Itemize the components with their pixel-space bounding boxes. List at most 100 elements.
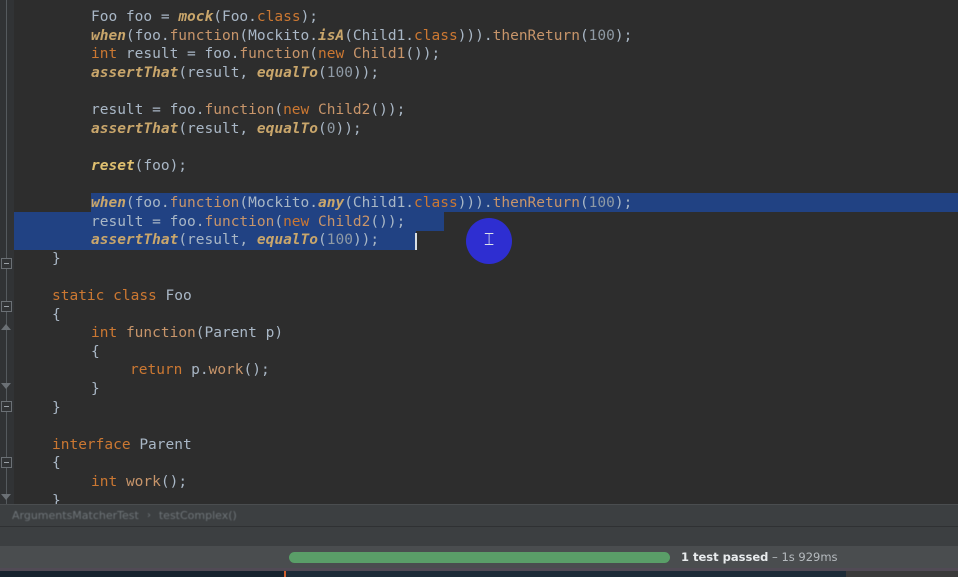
code-token: (result, — [178, 120, 257, 137]
code-line[interactable]: } — [52, 250, 61, 269]
code-token: ))). — [457, 195, 493, 211]
code-line[interactable]: when(foo.function(Mockito.any(Child1.cla… — [91, 194, 632, 213]
code-token: ( — [318, 232, 327, 249]
code-token: function — [204, 213, 275, 230]
code-token: Foo — [165, 288, 192, 304]
code-token: ( — [579, 195, 589, 211]
code-line[interactable]: interface Parent — [52, 436, 192, 455]
code-line[interactable]: } — [52, 492, 61, 504]
breadcrumb-method[interactable]: testComplex() — [159, 509, 237, 522]
code-token: int — [91, 325, 118, 342]
code-token: int — [91, 474, 118, 490]
code-token: Foo — [221, 9, 249, 25]
test-duration-separator: – — [768, 550, 782, 564]
text-caret — [415, 233, 417, 250]
code-line[interactable]: assertThat(result, equalTo(100)); — [91, 231, 379, 250]
code-token: } — [52, 399, 61, 416]
os-taskbar[interactable] — [0, 571, 958, 577]
code-editor[interactable]: Foo foo = mock(Foo.class); when(foo.funct… — [0, 0, 958, 504]
code-token: assertThat — [91, 232, 179, 249]
code-token: assertThat — [91, 64, 179, 81]
code-token: )); — [335, 120, 362, 137]
code-token: new — [283, 102, 310, 118]
code-token: ()); — [370, 102, 406, 118]
test-passed-label: 1 test passed — [681, 550, 769, 564]
code-token: ))). — [457, 27, 493, 44]
code-token: new — [283, 213, 310, 230]
code-token: ( — [318, 120, 327, 137]
code-token: equalTo — [256, 120, 318, 137]
code-token: class — [256, 9, 301, 25]
code-token: thenReturn — [492, 195, 580, 211]
code-line[interactable]: { — [91, 343, 100, 362]
code-line[interactable]: { — [52, 306, 61, 325]
code-token: ( — [274, 213, 284, 230]
code-token: Child1 — [352, 46, 406, 63]
code-token: class — [414, 27, 458, 44]
fold-marker-icon[interactable] — [1, 401, 12, 412]
code-line[interactable]: reset(foo); — [91, 157, 187, 176]
code-line[interactable]: assertThat(result, equalTo(0)); — [91, 120, 362, 139]
code-line[interactable]: assertThat(result, equalTo(100)); — [91, 64, 379, 83]
code-token: { — [52, 455, 61, 472]
code-token: ); — [300, 9, 319, 25]
code-token: result = foo. — [91, 213, 205, 230]
code-line[interactable]: result = foo.function(new Child2()); — [91, 213, 405, 232]
fold-marker-expand-icon[interactable] — [1, 381, 12, 392]
code-line[interactable]: result = foo.function(new Child2()); — [91, 101, 405, 120]
code-line[interactable]: int function(Parent p) — [91, 324, 283, 343]
code-token: ); — [614, 27, 633, 44]
fold-marker-icon[interactable] — [1, 258, 12, 269]
breadcrumb-class[interactable]: ArgumentsMatcherTest — [12, 509, 139, 522]
ide-window: Foo foo = mock(Foo.class); when(foo.funct… — [0, 0, 958, 577]
code-line[interactable]: when(foo.function(Mockito.isA(Child1.cla… — [91, 27, 632, 46]
code-token: function — [239, 46, 310, 63]
code-token: mock — [178, 9, 214, 25]
code-line[interactable]: static class Foo — [52, 287, 192, 306]
test-result-text: 1 test passed – 1s 929ms — [681, 550, 838, 564]
code-token: equalTo — [256, 232, 318, 249]
code-line[interactable]: } — [91, 380, 100, 399]
code-token: (foo. — [125, 27, 170, 44]
code-line[interactable]: return p.work(); — [130, 361, 270, 380]
code-token: function — [169, 195, 240, 211]
fold-marker-expand-icon[interactable] — [1, 492, 12, 503]
code-token: when — [91, 27, 126, 44]
code-token: result = foo. — [117, 46, 240, 63]
code-token: } — [52, 250, 61, 267]
mouse-cursor-ibeam: ⌶ — [484, 230, 495, 250]
editor-gutter[interactable] — [0, 0, 14, 504]
code-token: ( — [274, 102, 284, 118]
code-line[interactable]: } — [52, 399, 61, 418]
code-line[interactable]: Foo foo = mock(Foo.class); — [91, 8, 318, 27]
code-token: static — [52, 288, 105, 304]
gutter-guide-line — [6, 0, 7, 504]
breadcrumb[interactable]: ArgumentsMatcherTest › testComplex() — [0, 504, 958, 526]
test-progress-fill — [289, 552, 670, 563]
code-line[interactable]: int work(); — [91, 473, 187, 492]
code-line[interactable]: { — [52, 454, 61, 473]
code-token: Parent — [139, 436, 192, 453]
code-token: . — [248, 9, 257, 25]
code-token: any — [318, 195, 345, 211]
taskbar-right-region[interactable] — [846, 571, 958, 577]
test-duration: 1s 929ms — [781, 550, 838, 564]
code-token: function — [204, 102, 275, 118]
taskbar-accent-marker — [284, 571, 286, 577]
code-token: (Mockito. — [239, 27, 318, 44]
code-token: 100 — [326, 232, 353, 249]
code-token: thenReturn — [492, 27, 580, 44]
fold-marker-collapse-icon[interactable] — [1, 322, 12, 333]
fold-marker-icon[interactable] — [1, 301, 12, 312]
taskbar-left-region[interactable] — [0, 571, 284, 577]
code-token: interface — [52, 436, 131, 453]
code-line[interactable]: int result = foo.function(new Child1()); — [91, 45, 440, 64]
code-token: result = foo. — [91, 102, 205, 118]
code-token: )); — [352, 232, 380, 249]
fold-marker-icon[interactable] — [1, 457, 12, 468]
